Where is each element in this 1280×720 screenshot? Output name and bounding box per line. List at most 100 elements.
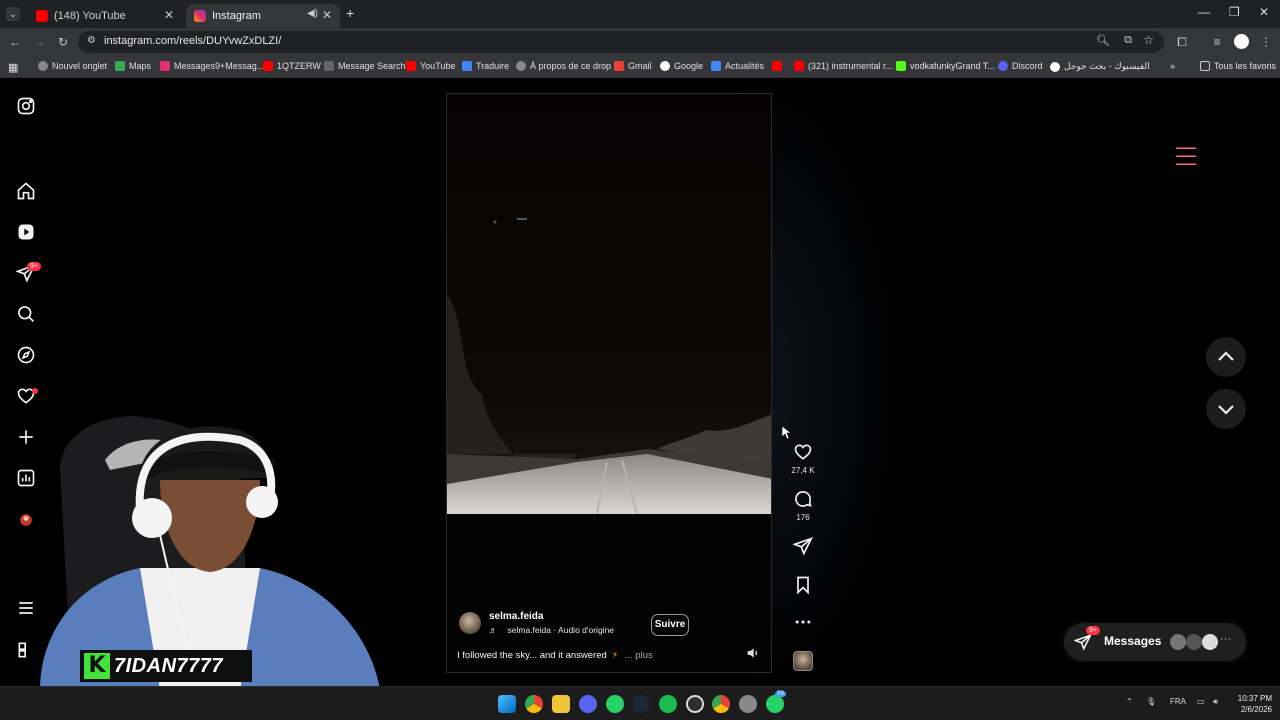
bookmark-maps[interactable]: Maps [115, 61, 151, 71]
system-clock[interactable]: 10:37 PM 2/6/2026 [1228, 693, 1272, 715]
tab-instagram[interactable]: Instagram ◀) ✕ [186, 4, 340, 28]
bookmark-google[interactable]: Google [660, 61, 703, 71]
previous-reel-chevron-up-icon[interactable] [1206, 337, 1246, 377]
bookmark-vodkafunky[interactable]: vodkafunkyGrand T... [896, 61, 995, 71]
kick-logo-icon: K [84, 653, 110, 679]
bookmark-instrumental[interactable]: (321) instrumental r... [794, 61, 893, 71]
media-control-icon[interactable]: ≡ [1209, 34, 1225, 50]
share-icon[interactable] [792, 536, 813, 556]
spotify-icon[interactable] [659, 695, 677, 713]
streamer-name: 7IDAN7777 [114, 654, 224, 677]
bookmark-facebook-search[interactable]: الفيسبوك - بحث جوجل [1050, 61, 1150, 72]
bookmark-gmail[interactable]: Gmail [614, 61, 652, 71]
speaker-icon[interactable]: 🔊︎ [1213, 697, 1218, 707]
close-window-button[interactable]: ✕ [1259, 5, 1269, 19]
tray-chevron-icon[interactable]: ⌃ [1126, 697, 1133, 706]
bookmark-actualites[interactable]: Actualités [711, 61, 764, 71]
zoom-icon[interactable]: 🔍︎ [1096, 34, 1110, 47]
dashboard-icon[interactable] [16, 468, 36, 488]
comment-icon[interactable] [793, 489, 813, 509]
reel-video-frame[interactable] [447, 94, 772, 673]
obs-icon[interactable] [686, 695, 704, 713]
file-explorer-icon[interactable] [552, 695, 570, 713]
follow-button[interactable]: Suivre [651, 614, 689, 636]
reel-player[interactable]: selma.feida ♬ selma.feida · Audio d'origi… [446, 93, 772, 673]
discord-icon [998, 61, 1008, 71]
tab-youtube[interactable]: (148) YouTube ✕ [28, 4, 182, 28]
bookmark-youtube[interactable]: YouTube [406, 61, 455, 71]
instagram-icon [194, 10, 206, 22]
forward-arrow-icon[interactable]: → [31, 34, 47, 50]
reload-icon[interactable]: ↻ [55, 34, 71, 50]
volume-icon[interactable] [745, 645, 761, 661]
address-bar[interactable]: ⚙ instagram.com/reels/DUYvwZxDLZI/ 🔍︎ ⧉ … [78, 31, 1164, 53]
close-tab-icon[interactable]: ✕ [164, 8, 174, 22]
menu-dots-icon[interactable]: ⋮ [1258, 34, 1274, 50]
more-bookmarks-icon[interactable]: » [1170, 61, 1175, 71]
explore-compass-icon[interactable] [16, 345, 36, 365]
apps-grid-icon[interactable]: ▦ [8, 61, 18, 74]
minimize-button[interactable]: — [1198, 5, 1210, 19]
settings-gear-icon[interactable] [739, 695, 757, 713]
save-bookmark-icon[interactable] [793, 575, 813, 595]
contact-avatar [1170, 634, 1186, 650]
instagram-logo-icon[interactable] [16, 96, 36, 116]
microphone-icon[interactable]: 🎙︎ [1146, 697, 1156, 706]
create-plus-icon[interactable] [16, 427, 36, 447]
also-from-meta-icon[interactable] [16, 640, 36, 660]
next-reel-chevron-down-icon[interactable] [1206, 389, 1246, 429]
bookmark-label: Traduire [476, 61, 510, 71]
creator-avatar[interactable] [459, 612, 481, 634]
audio-label: selma.feida · Audio d'origine [507, 625, 615, 635]
bookmark-label: Messages9+Messag... [174, 61, 265, 71]
creator-username[interactable]: selma.feida [489, 611, 543, 622]
clock-time: 10:37 PM [1237, 694, 1272, 703]
site-info-icon[interactable]: ⚙ [87, 35, 96, 46]
bookmark-a-propos[interactable]: À propos de ce drop [516, 61, 611, 71]
chrome-active-icon[interactable] [712, 695, 730, 713]
language-indicator[interactable]: FRA [1170, 697, 1186, 706]
more-menu-icon[interactable] [16, 598, 36, 618]
bookmark-new-tab[interactable]: Nouvel onglet [38, 61, 107, 71]
back-arrow-icon[interactable]: ← [7, 34, 23, 50]
caption-more-link[interactable]: ... plus [625, 650, 653, 661]
discord-icon[interactable] [579, 695, 597, 713]
install-app-icon[interactable]: ⧉ [1124, 34, 1132, 47]
bookmark-messages[interactable]: Messages9+Messag... [160, 61, 264, 71]
audio-playing-icon[interactable]: ◀) [307, 8, 318, 19]
chrome-icon[interactable] [525, 695, 543, 713]
audio-thumbnail[interactable] [793, 651, 813, 671]
extensions-icon[interactable]: ⧠ [1174, 34, 1190, 50]
news-icon [711, 61, 721, 71]
bookmark-discord[interactable]: Discord [998, 61, 1043, 71]
bookmark-star-icon[interactable]: ☆ [1143, 33, 1154, 47]
reels-icon[interactable] [16, 222, 36, 242]
restore-button[interactable]: ❐ [1229, 5, 1240, 19]
all-favorites[interactable]: Tous les favoris [1200, 61, 1276, 71]
windows-start-icon[interactable] [498, 695, 516, 713]
display-icon[interactable]: ▭ [1197, 697, 1205, 706]
close-tab-icon[interactable]: ✕ [322, 8, 332, 22]
like-heart-icon[interactable] [793, 442, 813, 462]
browser-toolbar: ← → ↻ ⚙ instagram.com/reels/DUYvwZxDLZI/… [0, 28, 1280, 56]
audio-attribution[interactable]: ♬ selma.feida · Audio d'origine [489, 625, 614, 635]
profile-avatar[interactable] [1234, 34, 1249, 49]
bookmark-1qtzerw[interactable]: 1QTZERW [263, 61, 321, 71]
bookmark-label: YouTube [420, 61, 456, 71]
search-icon[interactable] [16, 304, 36, 324]
steam-icon[interactable] [632, 695, 650, 713]
tab-search-button[interactable]: ⌄ [6, 7, 20, 21]
more-options-icon[interactable] [793, 612, 813, 632]
bookmark-traduire[interactable]: Traduire [462, 61, 509, 71]
bookmark-message-search[interactable]: Message Search [324, 61, 406, 71]
messages-button[interactable]: 9+ Messages ··· [1064, 623, 1246, 661]
home-icon[interactable] [16, 181, 36, 201]
profile-avatar[interactable] [16, 510, 36, 530]
browser-tab-bar: ⌄ (148) YouTube ✕ Instagram ◀) ✕ + — ❐ ✕ [0, 0, 1280, 28]
whatsapp-icon[interactable] [606, 695, 624, 713]
bookmark-youtube-2[interactable] [772, 61, 786, 71]
whatsapp-2-icon[interactable] [766, 695, 784, 713]
google-icon [1050, 61, 1060, 72]
new-tab-button[interactable]: + [346, 5, 354, 21]
youtube-icon [794, 61, 804, 71]
